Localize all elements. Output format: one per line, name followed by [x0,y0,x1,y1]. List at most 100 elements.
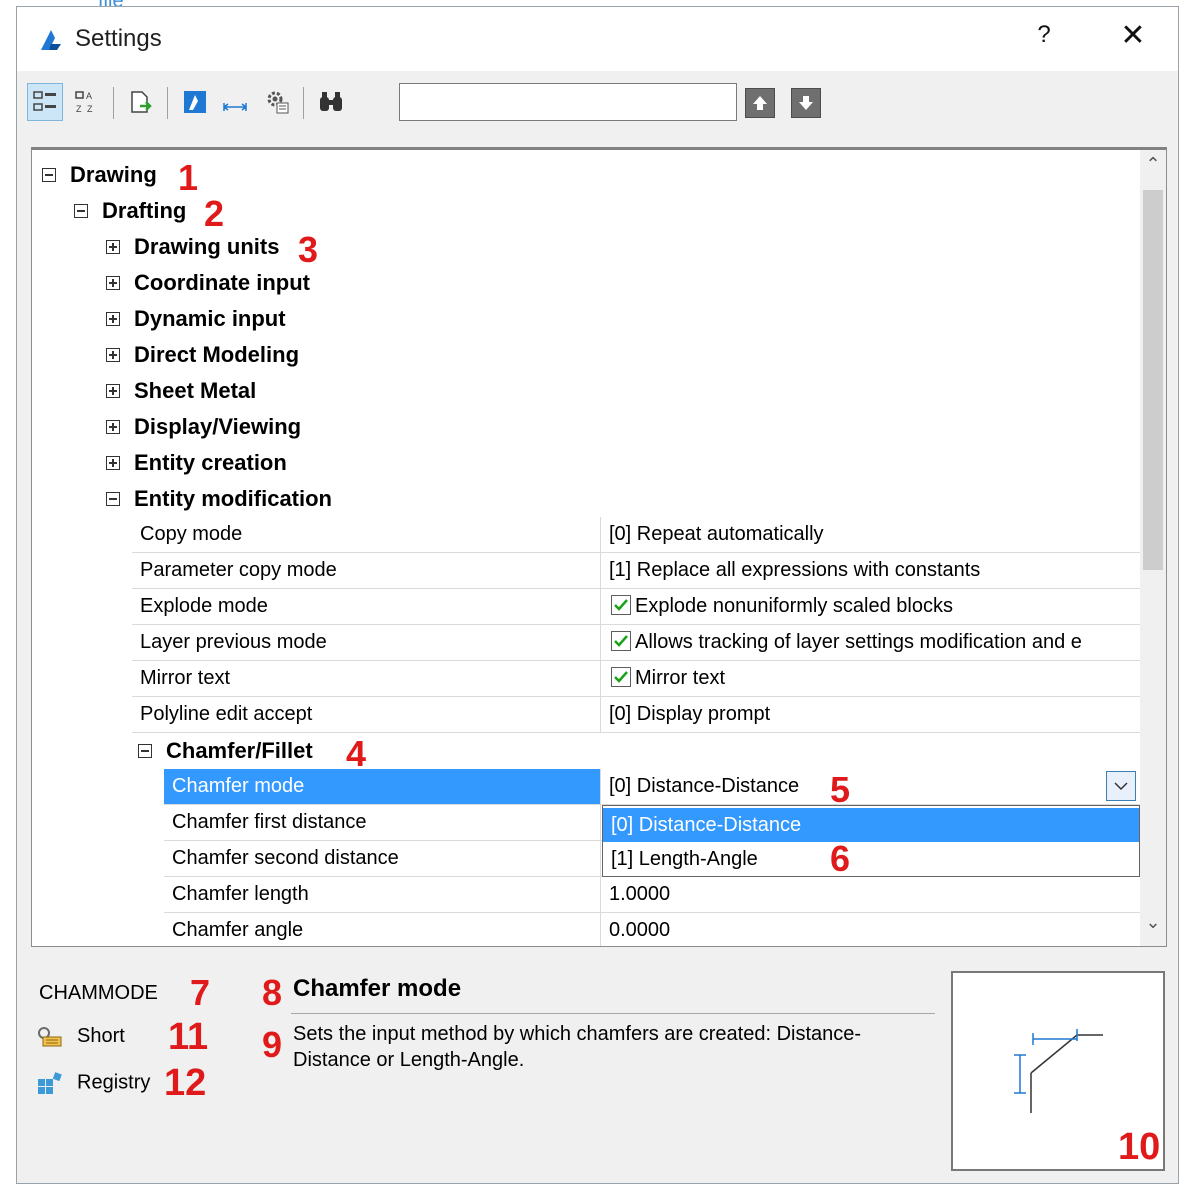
property-row[interactable]: Parameter copy mode [1] Replace all expr… [132,553,1140,589]
window-title: Settings [75,25,162,52]
collapse-icon[interactable] [42,168,56,182]
property-value[interactable]: Mirror text [600,661,1140,696]
dropdown-option[interactable]: [0] Distance-Distance [603,808,1139,842]
expand-icon[interactable] [106,348,120,362]
expand-icon[interactable] [106,456,120,470]
property-name: Polyline edit accept [140,703,313,725]
property-name: Chamfer first distance [172,811,367,833]
node-label: Sheet Metal [134,378,257,403]
collapse-icon[interactable] [74,204,88,218]
expand-icon[interactable] [106,312,120,326]
property-row[interactable]: Polyline edit accept [0] Display prompt [132,697,1140,733]
description-title: Chamfer mode [293,975,462,1002]
title-bar: Settings ? ✕ [17,7,1178,71]
property-value[interactable]: 1.0000 [600,877,1140,912]
node-label: Entity creation [134,450,287,475]
layer-previous-checkbox[interactable] [611,630,631,651]
gear-settings-icon[interactable] [259,83,295,121]
tree-node-chamfer-fillet[interactable]: Chamfer/Fillet [138,733,313,769]
dropdown-option[interactable]: [1] Length-Angle [603,842,1139,876]
node-label: Drawing [70,162,157,187]
search-input[interactable] [399,83,737,121]
explode-mode-checkbox[interactable] [611,594,631,615]
property-name: Parameter copy mode [140,559,337,581]
property-name: Copy mode [140,523,243,545]
node-label: Drafting [102,198,187,223]
tree-node-section[interactable]: Dynamic input [106,301,286,337]
expand-icon[interactable] [106,420,120,434]
settings-tree: Drawing Drafting Drawing units Coordinat… [31,147,1167,947]
registry-label: Registry [77,1071,151,1094]
tree-node-entity-modification[interactable]: Entity modification [106,481,332,517]
chevron-down-icon[interactable] [1106,771,1136,801]
tree-node-section[interactable]: Drawing units [106,229,279,265]
property-row[interactable]: Layer previous mode Allows tracking of l… [132,625,1140,661]
svg-text:Z: Z [87,104,93,114]
app-logo-icon [37,26,65,54]
vertical-scrollbar[interactable]: ⌃ ⌄ [1140,150,1166,946]
chamfer-mode-dropdown: [0] Distance-Distance [1] Length-Angle [602,805,1140,877]
tree-node-section[interactable]: Display/Viewing [106,409,301,445]
find-icon[interactable] [313,83,349,121]
expand-icon[interactable] [106,240,120,254]
app-settings-icon[interactable] [177,83,213,121]
chamfer-mode-select[interactable]: [0] Distance-Distance [600,769,1140,804]
property-row[interactable]: Copy mode [0] Repeat automatically [132,517,1140,553]
registry-indicator: Registry [37,1071,150,1095]
tree-node-section[interactable]: Coordinate input [106,265,310,301]
tree-node-section[interactable]: Entity creation [106,445,287,481]
annotation-number: 9 [262,1024,283,1065]
scroll-up-icon[interactable]: ⌃ [1140,154,1166,184]
property-value[interactable]: [0] Repeat automatically [600,517,1140,552]
annotation-number: 10 [1118,1126,1161,1168]
property-name: Explode mode [140,595,268,617]
collapse-icon[interactable] [138,744,152,758]
property-name: Chamfer mode [164,769,600,804]
property-name: Mirror text [140,667,230,689]
variable-name: CHAMMODE [39,982,158,1004]
collapse-icon[interactable] [106,492,120,506]
tree-node-drawing[interactable]: Drawing [42,157,157,193]
checkbox-label: Mirror text [635,667,725,689]
property-row-selected[interactable]: Chamfer mode [0] Distance-Distance [164,769,1140,805]
dimension-icon[interactable] [217,83,253,121]
tree-node-section[interactable]: Direct Modeling [106,337,299,373]
categorized-view-icon[interactable] [27,83,63,121]
annotation-number: 2 [204,193,225,234]
scroll-thumb[interactable] [1143,190,1163,570]
close-button[interactable]: ✕ [1115,19,1151,55]
property-name: Chamfer angle [172,919,304,941]
export-icon[interactable] [123,83,159,121]
checkbox-label: Explode nonuniformly scaled blocks [635,595,953,617]
short-key-icon [37,1026,63,1048]
property-name: Chamfer second distance [172,847,399,869]
property-row[interactable]: Chamfer angle 0.0000 [164,913,1140,946]
property-value[interactable]: 0.0000 [600,913,1140,946]
tree-node-drafting[interactable]: Drafting [74,193,186,229]
property-name: Layer previous mode [140,631,327,653]
expand-icon[interactable] [106,276,120,290]
property-row[interactable]: Mirror text Mirror text [132,661,1140,697]
node-label: Display/Viewing [134,414,302,439]
find-previous-icon[interactable] [745,88,775,118]
property-value[interactable]: [0] Display prompt [600,697,1140,732]
node-label: Drawing units [134,234,280,259]
annotation-number: 11 [168,1016,209,1058]
node-label: Dynamic input [134,306,286,331]
find-next-icon[interactable] [791,88,821,118]
property-value[interactable]: Allows tracking of layer settings modifi… [600,625,1140,660]
property-row[interactable]: Explode mode Explode nonuniformly scaled… [132,589,1140,625]
property-value[interactable]: Explode nonuniformly scaled blocks [600,589,1140,624]
sort-alphabetical-icon[interactable]: AZZ [69,83,105,121]
svg-text:A: A [86,91,92,101]
property-value[interactable]: [1] Replace all expressions with constan… [600,553,1140,588]
annotation-number: 4 [346,733,367,774]
scroll-down-icon[interactable]: ⌄ [1140,912,1166,942]
mirror-text-checkbox[interactable] [611,666,631,687]
property-row[interactable]: Chamfer length 1.0000 [164,877,1140,913]
short-label: Short [77,1025,125,1047]
node-label: Chamfer/Fillet [166,738,313,763]
help-button[interactable]: ? [1029,21,1059,55]
tree-node-section[interactable]: Sheet Metal [106,373,256,409]
expand-icon[interactable] [106,384,120,398]
